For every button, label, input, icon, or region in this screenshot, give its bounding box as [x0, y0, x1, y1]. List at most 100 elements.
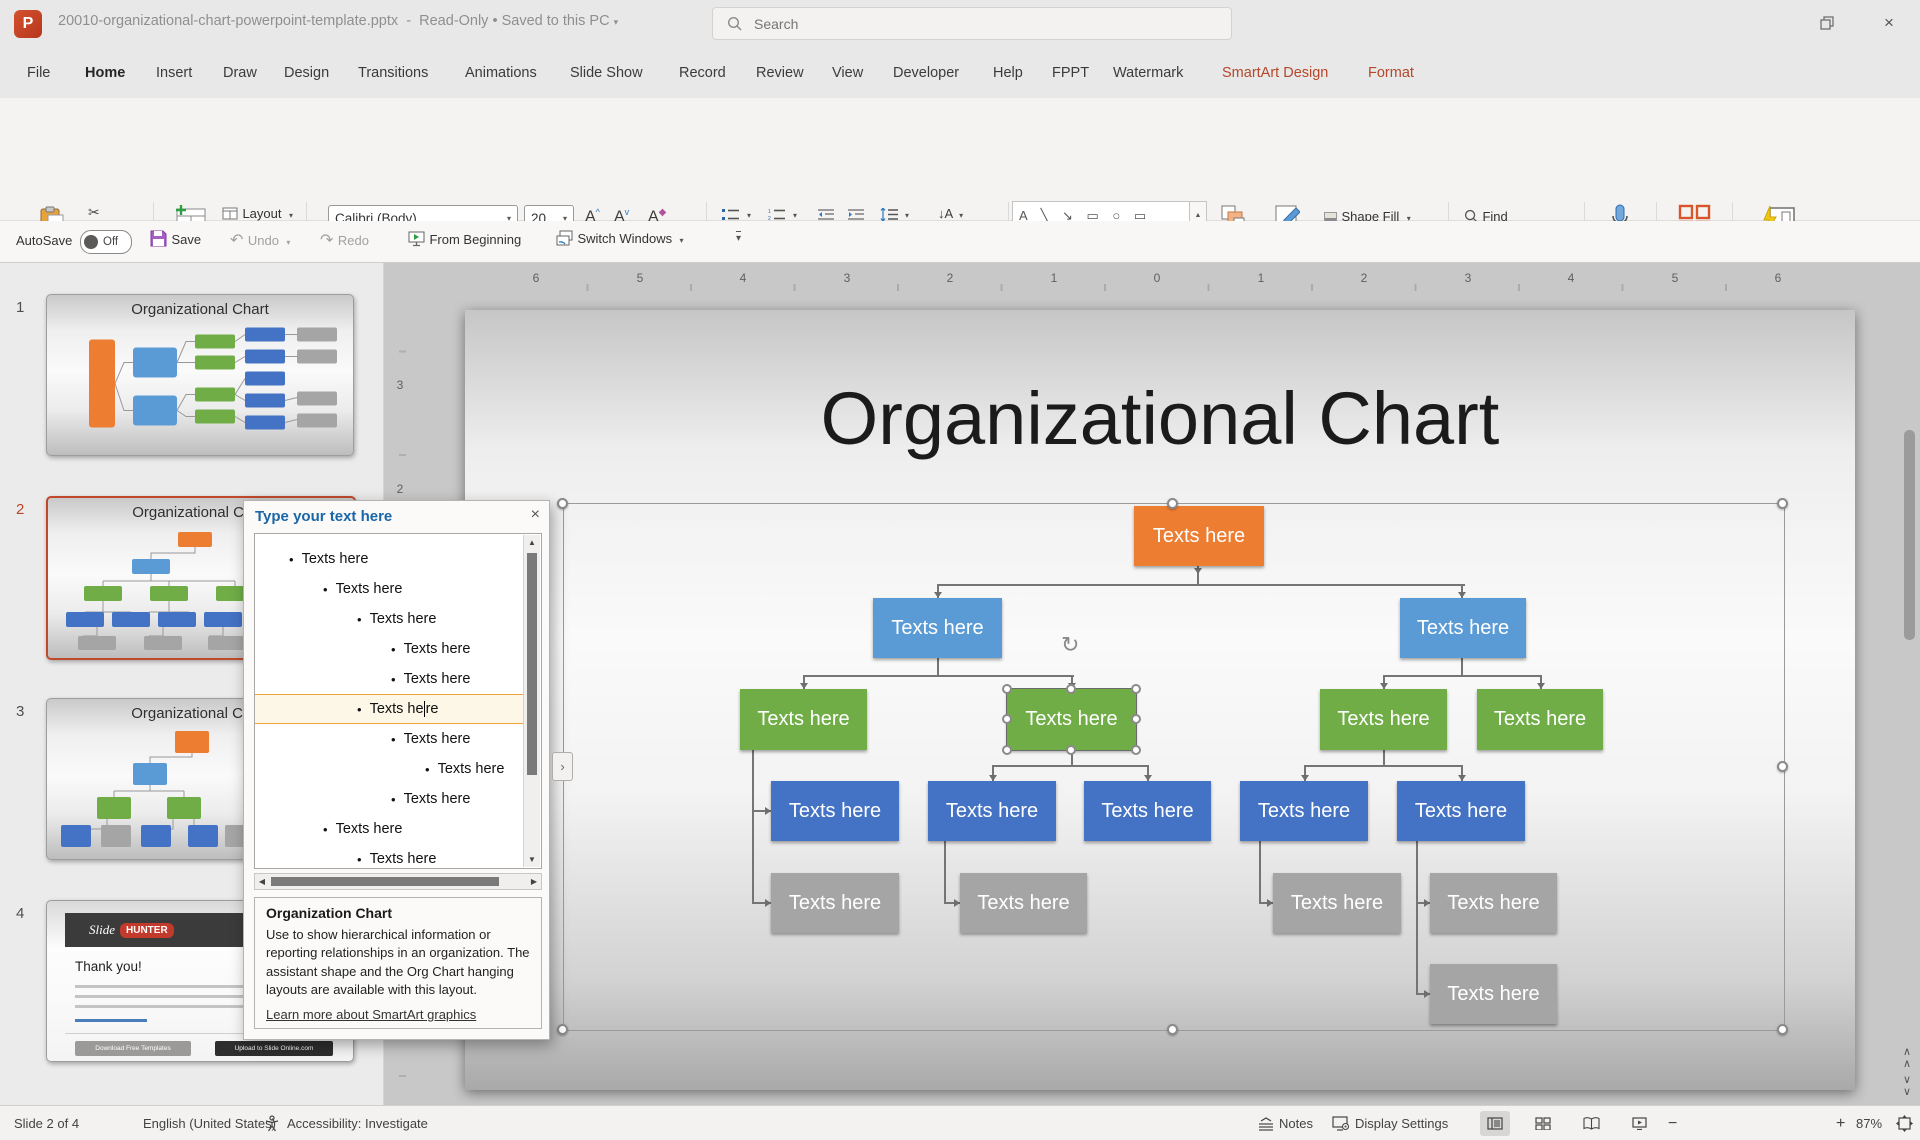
text-pane-item[interactable]: •Texts here [255, 664, 524, 694]
normal-view-button[interactable] [1480, 1111, 1510, 1136]
notes-button[interactable]: Notes [1258, 1106, 1313, 1140]
tab-transitions[interactable]: Transitions [358, 48, 428, 98]
text-pane-item[interactable]: •Texts here [255, 604, 524, 634]
org-node-l4-5[interactable]: Texts here [1397, 781, 1525, 841]
tab-design[interactable]: Design [284, 48, 329, 98]
numbering-dropdown-icon[interactable]: ▾ [793, 211, 797, 220]
zoom-in-button[interactable]: + [1836, 1106, 1845, 1140]
increase-indent-button[interactable] [848, 208, 864, 221]
zoom-level-button[interactable]: 87% [1856, 1106, 1882, 1140]
slide-thumbnail-1[interactable]: Organizational Chart [46, 294, 354, 456]
numbering-button[interactable]: 12 [768, 208, 785, 221]
text-pane-horizontal-scrollbar[interactable]: ◀ ▶ [254, 873, 542, 890]
shape-handle-top-left[interactable] [1002, 684, 1012, 694]
org-node-l4-1[interactable]: Texts here [771, 781, 899, 841]
tab-review[interactable]: Review [756, 48, 804, 98]
text-direction-button[interactable]: ↓A ▾ [938, 206, 963, 221]
slide-editor[interactable]: Organizational Chart Texts here Texts [465, 310, 1855, 1090]
text-pane-item[interactable]: •Texts here [255, 724, 524, 754]
tab-record[interactable]: Record [679, 48, 726, 98]
text-pane-item[interactable]: •Texts here [255, 574, 524, 604]
text-pane-close-button[interactable]: × [531, 506, 540, 524]
next-slide-button[interactable]: ∨∨ [1897, 1074, 1917, 1100]
decrease-indent-button[interactable] [818, 208, 834, 221]
frame-handle-bottom-right[interactable] [1777, 1024, 1788, 1035]
smartart-text-pane[interactable]: Type your text here × •Texts here •Texts… [243, 500, 550, 1040]
tab-home[interactable]: Home [85, 48, 125, 98]
fit-slide-to-window-button[interactable] [1896, 1106, 1913, 1140]
smartart-selection-frame[interactable] [563, 503, 1785, 1031]
accessibility-checker[interactable]: Accessibility: Investigate [264, 1106, 428, 1140]
qat-overflow-button[interactable]: ▾ [736, 231, 741, 246]
undo-button[interactable]: ↶ Undo ▾ [230, 230, 290, 250]
shape-handle-top-right[interactable] [1131, 684, 1141, 694]
autosave-toggle[interactable]: Off [80, 230, 132, 254]
text-pane-item[interactable]: •Texts here [255, 844, 524, 874]
frame-handle-top-left[interactable] [557, 498, 568, 509]
scroll-left-icon[interactable]: ◀ [255, 877, 269, 886]
org-node-root[interactable]: Texts here [1134, 506, 1264, 566]
text-pane-item[interactable]: •Texts here [255, 544, 524, 574]
text-pane-vertical-scrollbar[interactable]: ▲ ▼ [523, 535, 540, 867]
frame-handle-middle-right[interactable] [1777, 761, 1788, 772]
save-button[interactable]: Save [150, 230, 201, 249]
frame-handle-top-right[interactable] [1777, 498, 1788, 509]
org-node-l4-2[interactable]: Texts here [928, 781, 1056, 841]
text-pane-item[interactable]: •Texts here [255, 634, 524, 664]
org-node-l4-3[interactable]: Texts here [1084, 781, 1211, 841]
text-pane-item[interactable]: •Texts here [255, 784, 524, 814]
text-pane-item-selected[interactable]: •Texts here [255, 694, 524, 724]
display-settings-button[interactable]: Display Settings [1332, 1106, 1448, 1140]
tab-smartart-design[interactable]: SmartArt Design [1222, 48, 1328, 98]
org-node-l3-1[interactable]: Texts here [740, 689, 867, 750]
rotate-handle-icon[interactable]: ↻ [1061, 632, 1079, 658]
tab-help[interactable]: Help [993, 48, 1023, 98]
org-node-l5-2[interactable]: Texts here [960, 873, 1087, 933]
from-beginning-button[interactable]: From Beginning [408, 230, 521, 249]
org-node-l3-2-selected[interactable]: Texts here [1007, 689, 1136, 750]
tab-developer[interactable]: Developer [893, 48, 959, 98]
frame-handle-bottom-left[interactable] [557, 1024, 568, 1035]
tab-animations[interactable]: Animations [465, 48, 537, 98]
slide-indicator[interactable]: Slide 2 of 4 [14, 1106, 79, 1140]
saved-dropdown-icon[interactable]: ▾ [614, 17, 619, 27]
org-node-l3-3[interactable]: Texts here [1320, 689, 1447, 750]
tab-draw[interactable]: Draw [223, 48, 257, 98]
shape-handle-middle-right[interactable] [1131, 714, 1141, 724]
text-pane-item[interactable]: •Texts here [255, 754, 524, 784]
scroll-right-icon[interactable]: ▶ [527, 877, 541, 886]
tab-format[interactable]: Format [1368, 48, 1414, 98]
slide-sorter-view-button[interactable] [1528, 1111, 1558, 1136]
frame-handle-top-middle[interactable] [1167, 498, 1178, 509]
shape-handle-bottom-right[interactable] [1131, 745, 1141, 755]
cut-button[interactable]: ✂ [88, 204, 100, 221]
org-node-l5-3[interactable]: Texts here [1273, 873, 1401, 933]
tab-insert[interactable]: Insert [156, 48, 192, 98]
smartart-learn-more-link[interactable]: Learn more about SmartArt graphics [266, 1007, 476, 1022]
tab-slide-show[interactable]: Slide Show [570, 48, 643, 98]
close-window-button[interactable]: × [1872, 8, 1906, 38]
text-pane-toggle-button[interactable]: › [552, 752, 573, 781]
scroll-up-icon[interactable]: ▲ [525, 538, 539, 547]
shape-handle-bottom-left[interactable] [1002, 745, 1012, 755]
scroll-down-icon[interactable]: ▼ [525, 855, 539, 864]
tab-fppt[interactable]: FPPT [1052, 48, 1089, 98]
slideshow-view-button[interactable] [1624, 1111, 1654, 1136]
org-node-l2-right[interactable]: Texts here [1400, 598, 1526, 658]
saved-status[interactable]: Saved to this PC [502, 13, 610, 29]
org-node-l4-4[interactable]: Texts here [1240, 781, 1368, 841]
shape-handle-top-middle[interactable] [1066, 684, 1076, 694]
shape-handle-middle-left[interactable] [1002, 714, 1012, 724]
org-node-l3-4[interactable]: Texts here [1477, 689, 1603, 750]
language-indicator[interactable]: English (United States) [143, 1106, 276, 1140]
bullets-button[interactable] [722, 208, 739, 221]
frame-handle-bottom-middle[interactable] [1167, 1024, 1178, 1035]
bullets-dropdown-icon[interactable]: ▾ [747, 211, 751, 220]
shape-handle-bottom-middle[interactable] [1066, 745, 1076, 755]
search-input[interactable] [752, 15, 1156, 33]
line-spacing-button[interactable] [880, 208, 898, 221]
search-box[interactable] [712, 7, 1232, 40]
reading-view-button[interactable] [1576, 1111, 1606, 1136]
restore-window-button[interactable] [1810, 8, 1844, 38]
previous-slide-button[interactable]: ∧∧ [1897, 1046, 1917, 1072]
